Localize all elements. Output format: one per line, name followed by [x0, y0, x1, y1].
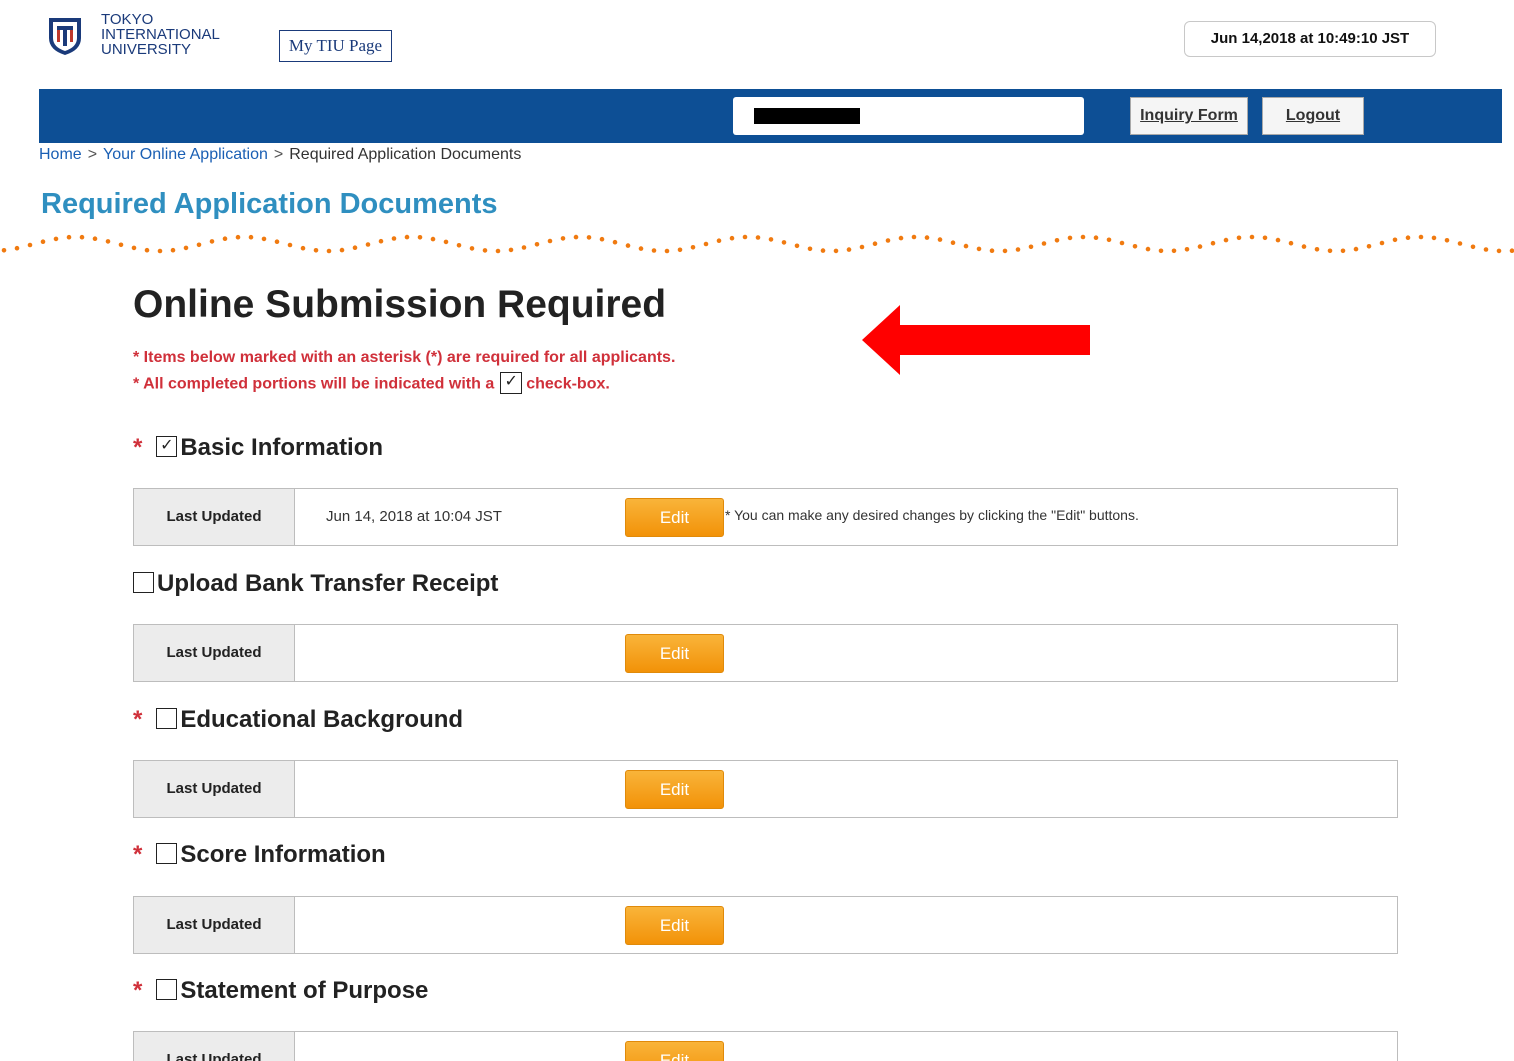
completion-checkbox-icon	[156, 979, 178, 1001]
required-note: * Items below marked with an asterisk (*…	[133, 349, 676, 366]
completion-checkbox-icon	[156, 843, 178, 865]
section-row: Last Updated Edit	[133, 760, 1398, 818]
last-updated-label: Last Updated	[134, 489, 295, 545]
edit-hint: * You can make any desired changes by cl…	[725, 507, 1139, 523]
completion-checkbox-icon	[156, 708, 178, 730]
section-title: * Educational Background	[133, 706, 463, 734]
section-title: Upload Bank Transfer Receipt	[133, 570, 498, 598]
example-checkbox-icon: ✓	[500, 372, 523, 394]
university-name-line: INTERNATIONAL	[101, 26, 220, 43]
top-navbar: Inquiry Form Logout	[39, 89, 1502, 143]
breadcrumb-application-link[interactable]: Your Online Application	[103, 146, 268, 163]
completed-note-suffix: check-box.	[526, 375, 610, 393]
section-row: Last Updated Edit	[133, 624, 1398, 682]
edit-button[interactable]: Edit	[625, 1041, 724, 1061]
section-title-text: Score Information	[180, 841, 386, 868]
inquiry-form-button[interactable]: Inquiry Form	[1130, 97, 1248, 135]
completed-note-prefix: * All completed portions will be indicat…	[133, 375, 495, 393]
last-updated-label: Last Updated	[134, 1032, 295, 1061]
required-asterisk: *	[133, 977, 143, 1004]
user-name-box	[733, 97, 1084, 135]
current-datetime: Jun 14,2018 at 10:49:10 JST	[1184, 21, 1436, 57]
edit-button[interactable]: Edit	[625, 498, 724, 537]
page-title: Required Application Documents	[41, 188, 498, 220]
section-title-text: Upload Bank Transfer Receipt	[157, 570, 499, 597]
section-title: * Statement of Purpose	[133, 977, 428, 1005]
section-title-text: Educational Background	[180, 706, 464, 733]
section-title: * Score Information	[133, 841, 386, 869]
section-row: Last Updated Edit	[133, 896, 1398, 954]
required-asterisk: *	[133, 706, 143, 733]
breadcrumb: Home > Your Online Application > Required Ap…	[39, 146, 521, 164]
completion-checkbox-icon: ✓	[156, 436, 178, 458]
redacted-username	[754, 108, 860, 124]
logout-button[interactable]: Logout	[1262, 97, 1364, 135]
required-asterisk: *	[133, 841, 143, 868]
breadcrumb-separator: >	[273, 146, 284, 163]
university-crest-icon	[49, 18, 81, 55]
last-updated-label: Last Updated	[134, 625, 295, 681]
my-tiu-page-link[interactable]: My TIU Page	[279, 30, 392, 62]
main-heading: Online Submission Required	[133, 283, 667, 326]
completed-note: * All completed portions will be indicat…	[133, 372, 610, 394]
breadcrumb-separator: >	[87, 146, 98, 163]
section-title-text: Statement of Purpose	[180, 977, 429, 1004]
edit-button[interactable]: Edit	[625, 770, 724, 809]
university-name: TOKYO INTERNATIONAL UNIVERSITY	[101, 12, 220, 57]
university-logo[interactable]: TOKYO INTERNATIONAL UNIVERSITY	[39, 0, 259, 78]
edit-button[interactable]: Edit	[625, 634, 724, 673]
last-updated-label: Last Updated	[134, 761, 295, 817]
decorative-dotted-wave	[1, 234, 1514, 254]
red-arrow-annotation	[862, 305, 1090, 375]
last-updated-label: Last Updated	[134, 897, 295, 953]
university-name-line: UNIVERSITY	[101, 41, 192, 58]
section-title-text: Basic Information	[180, 434, 384, 461]
completion-checkbox-icon	[133, 572, 154, 594]
last-updated-value: Jun 14, 2018 at 10:04 JST	[326, 508, 502, 525]
required-asterisk: *	[133, 434, 143, 461]
section-title: * ✓ Basic Information	[133, 434, 383, 462]
section-row: Last Updated Edit	[133, 1031, 1398, 1061]
section-row: Last Updated Jun 14, 2018 at 10:04 JST Edi…	[133, 488, 1398, 546]
breadcrumb-current: Required Application Documents	[289, 146, 522, 163]
edit-button[interactable]: Edit	[625, 906, 724, 945]
university-name-line: TOKYO	[101, 11, 154, 28]
breadcrumb-home-link[interactable]: Home	[39, 146, 82, 163]
